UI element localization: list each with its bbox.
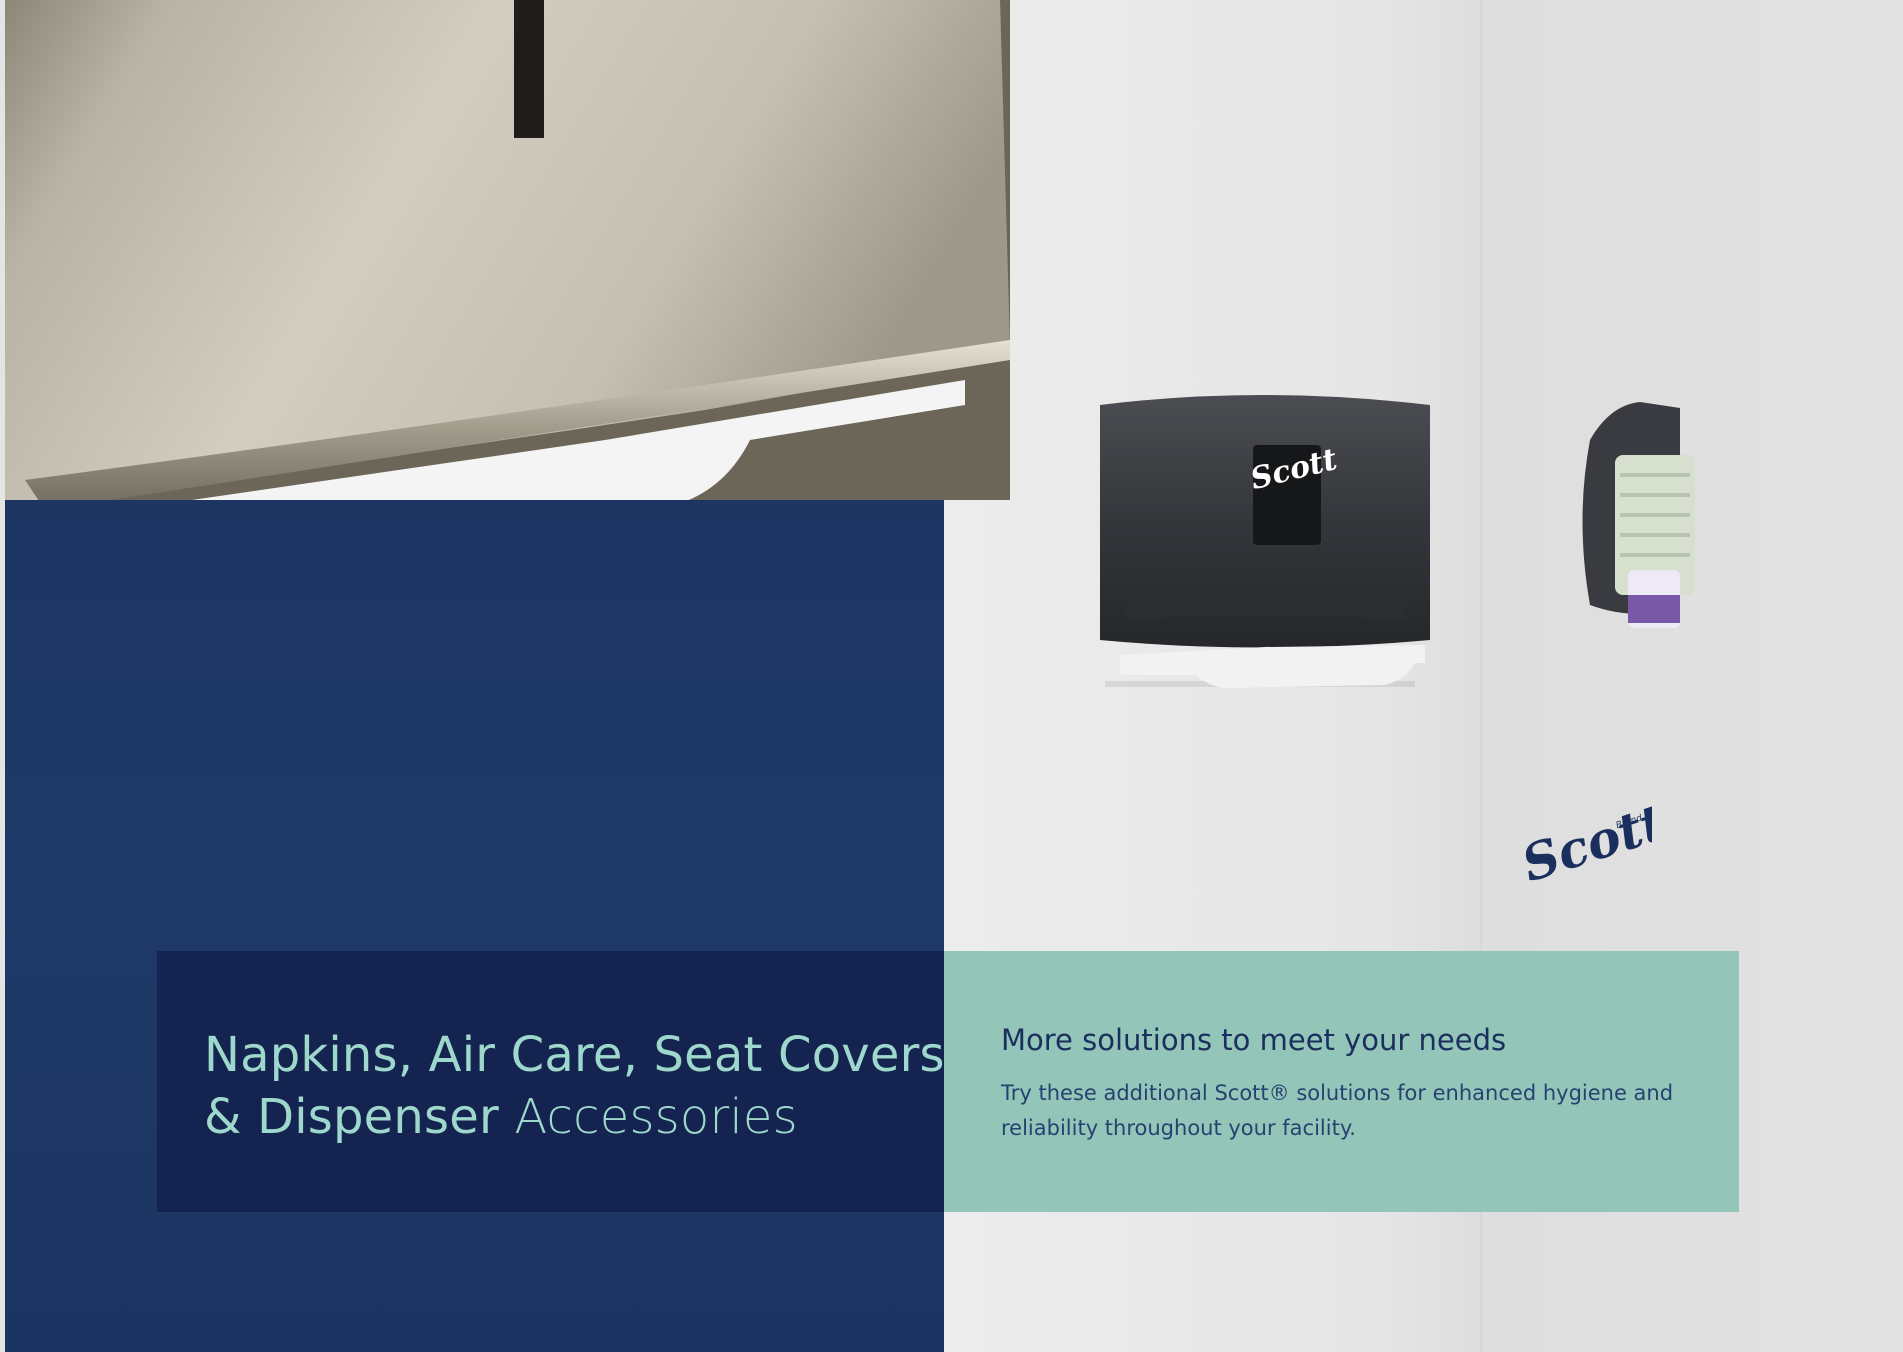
title-line-1: Napkins, Air Care, Seat Covers <box>204 1027 945 1083</box>
air-care-dispenser-image <box>1582 402 1695 628</box>
seat-cover-dispenser-image <box>1100 395 1430 688</box>
title-panel: Napkins, Air Care, Seat Covers & Dispens… <box>157 951 945 1212</box>
scott-logo-text: Scott <box>1515 795 1652 885</box>
info-panel: More solutions to meet your needs Try th… <box>944 951 1739 1212</box>
page-title: Napkins, Air Care, Seat Covers & Dispens… <box>204 1024 945 1148</box>
stainless-towel-dispenser-image <box>5 0 1010 500</box>
info-body-text: Try these additional Scott® solutions fo… <box>1001 1081 1674 1140</box>
scott-brand-logo: Scott Brand <box>1515 795 1652 885</box>
info-heading: More solutions to meet your needs <box>1001 1023 1507 1057</box>
brochure-page: Scott Scott Brand Napkins, Air Care, Sea… <box>0 0 1903 1352</box>
title-line-2-suffix: Accessories <box>514 1089 798 1145</box>
title-line-2-prefix: & Dispenser <box>204 1089 499 1145</box>
